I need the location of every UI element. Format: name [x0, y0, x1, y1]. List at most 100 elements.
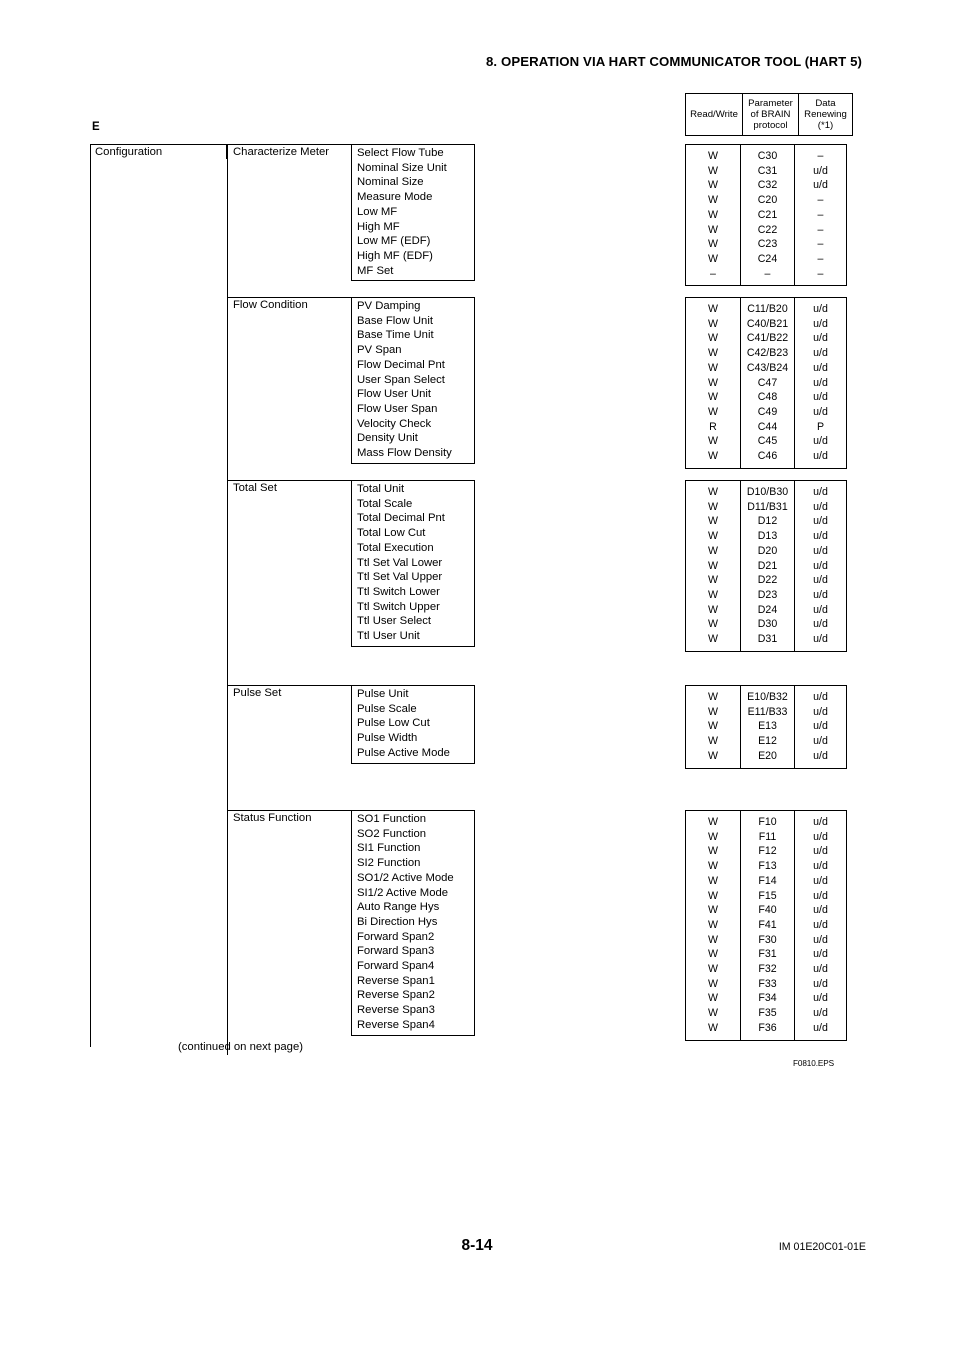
brain-parameter-cell: C41/B22 — [740, 331, 795, 347]
tree-item[interactable]: SI2 Function — [352, 856, 474, 871]
tree-item[interactable]: Ttl Switch Upper — [352, 600, 474, 615]
tree-item[interactable]: Select Flow Tube — [352, 146, 474, 161]
brain-parameter-cell: D13 — [740, 529, 795, 544]
tree-item[interactable]: Forward Span2 — [352, 930, 474, 945]
tree-item[interactable]: High MF (EDF) — [352, 249, 474, 264]
tree-category-box[interactable]: Pulse Set — [227, 685, 351, 700]
tree-item[interactable]: Pulse Width — [352, 731, 474, 746]
tree-item[interactable]: Flow User Unit — [352, 387, 474, 402]
tree-item[interactable]: SO2 Function — [352, 827, 474, 842]
tree-item[interactable]: Pulse Scale — [352, 702, 474, 717]
read-write-cell: W — [708, 544, 718, 557]
read-write-cell: W — [708, 150, 718, 162]
tree-item[interactable]: SI1 Function — [352, 841, 474, 856]
data-renewing-cell: u/d — [813, 830, 828, 843]
tree-item[interactable]: Forward Span3 — [352, 944, 474, 959]
tree-category-spine — [227, 825, 228, 1055]
tree-category-label: Pulse Set — [233, 687, 282, 699]
tree-item[interactable]: Low MF — [352, 205, 474, 220]
table-row: W C47 u/d — [686, 375, 847, 391]
data-renewing-cell: u/d — [813, 749, 828, 762]
tree-category-box[interactable]: Characterize Meter — [227, 144, 351, 159]
read-write-cell: W — [708, 376, 718, 389]
tree-item[interactable]: Flow User Span — [352, 402, 474, 417]
brain-parameter-cell: E12 — [740, 734, 795, 749]
tree-item[interactable]: Ttl User Unit — [352, 629, 474, 644]
tree-item[interactable]: Base Time Unit — [352, 328, 474, 343]
tree-item[interactable]: MF Set — [352, 264, 474, 279]
tree-item[interactable]: Ttl User Select — [352, 614, 474, 629]
tree-item[interactable]: Flow Decimal Pnt — [352, 358, 474, 373]
data-renewing-cell: P — [816, 420, 825, 433]
tree-item[interactable]: Ttl Set Val Lower — [352, 556, 474, 571]
tree-item[interactable]: SO1/2 Active Mode — [352, 871, 474, 886]
data-renewing-cell: u/d — [813, 486, 828, 498]
brain-parameter-cell: C47 — [740, 375, 795, 391]
parameter-table: W D10/B30 u/d W D11/B31 u/d W D12 u/d W D13 u/d W D20… — [685, 480, 847, 652]
read-write-cell: W — [708, 977, 718, 990]
tree-item[interactable]: Reverse Span1 — [352, 974, 474, 989]
tree-item[interactable]: Total Low Cut — [352, 526, 474, 541]
tree-item[interactable]: Velocity Check — [352, 417, 474, 432]
data-renewing-cell: u/d — [813, 720, 828, 733]
table-pad-cell — [795, 464, 847, 469]
brain-parameter-cell: F14 — [740, 873, 795, 889]
tree-item[interactable]: SO1 Function — [352, 812, 474, 827]
brain-parameter-cell: F32 — [740, 962, 795, 977]
brain-parameter-cell: D31 — [740, 632, 795, 647]
tree-item[interactable]: PV Span — [352, 343, 474, 358]
table-row: W E20 u/d — [686, 748, 847, 764]
table-row: W F13 u/d — [686, 859, 847, 874]
tree-item[interactable]: User Span Select — [352, 373, 474, 388]
tree-item[interactable]: Mass Flow Density — [352, 446, 474, 461]
tree-item[interactable]: Measure Mode — [352, 190, 474, 205]
tree-item[interactable]: Forward Span4 — [352, 959, 474, 974]
read-write-cell: W — [708, 933, 718, 946]
tree-item[interactable]: High MF — [352, 220, 474, 235]
tree-item[interactable]: Total Execution — [352, 541, 474, 556]
tree-item[interactable]: Density Unit — [352, 431, 474, 446]
tree-item[interactable]: Nominal Size — [352, 175, 474, 190]
table-row: W D20 u/d — [686, 543, 847, 559]
tree-item[interactable]: Nominal Size Unit — [352, 161, 474, 176]
tree-category-box[interactable]: Status Function — [227, 810, 351, 825]
tree-item[interactable]: Auto Range Hys — [352, 900, 474, 915]
tree-item[interactable]: Pulse Unit — [352, 687, 474, 702]
tree-item[interactable]: Ttl Switch Lower — [352, 585, 474, 600]
tree-item[interactable]: SI1/2 Active Mode — [352, 886, 474, 901]
legend-read-write-header: Read/Write — [685, 93, 743, 136]
tree-item[interactable]: Ttl Set Val Upper — [352, 570, 474, 585]
tree-category-box[interactable]: Total Set — [227, 480, 351, 495]
tree-item[interactable]: Total Unit — [352, 482, 474, 497]
data-renewing-cell: – — [817, 150, 824, 162]
data-renewing-cell: u/d — [813, 559, 828, 572]
read-write-cell: W — [708, 992, 718, 1005]
data-renewing-cell: u/d — [813, 435, 828, 448]
tree-item[interactable]: Base Flow Unit — [352, 314, 474, 329]
tree-item[interactable]: Total Scale — [352, 497, 474, 512]
brain-parameter-cell: D20 — [740, 543, 795, 559]
tree-item[interactable]: Reverse Span4 — [352, 1018, 474, 1033]
tree-item[interactable]: Pulse Low Cut — [352, 716, 474, 731]
parameter-table: W C30– W C31 u/d W C32 u/d W C20– W C21– W C22– W C23– W… — [685, 144, 847, 287]
read-write-cell: W — [708, 963, 718, 976]
read-write-cell: W — [708, 223, 718, 236]
brain-parameter-cell: C40/B21 — [740, 316, 795, 332]
tree-item[interactable]: Total Decimal Pnt — [352, 511, 474, 526]
brain-parameter-cell: E10/B32 — [740, 690, 795, 705]
tree-item[interactable]: PV Damping — [352, 299, 474, 314]
data-renewing-cell: u/d — [813, 164, 828, 177]
tree-item[interactable]: Bi Direction Hys — [352, 915, 474, 930]
tree-category-box[interactable]: Flow Condition — [227, 297, 351, 312]
tree-item-box: Select Flow Tube Nominal Size Unit Nominal… — [351, 144, 475, 282]
tree-item[interactable]: Reverse Span2 — [352, 988, 474, 1003]
tree-category-label: Status Function — [233, 812, 312, 824]
table-row: W C11/B20 u/d — [686, 302, 847, 317]
table-pad-cell — [686, 647, 741, 652]
tree-item[interactable]: Pulse Active Mode — [352, 746, 474, 761]
table-pad-row — [686, 463, 847, 469]
data-renewing-cell: u/d — [813, 515, 828, 528]
table-pad-cell — [740, 763, 795, 769]
tree-item[interactable]: Reverse Span3 — [352, 1003, 474, 1018]
tree-item[interactable]: Low MF (EDF) — [352, 234, 474, 249]
